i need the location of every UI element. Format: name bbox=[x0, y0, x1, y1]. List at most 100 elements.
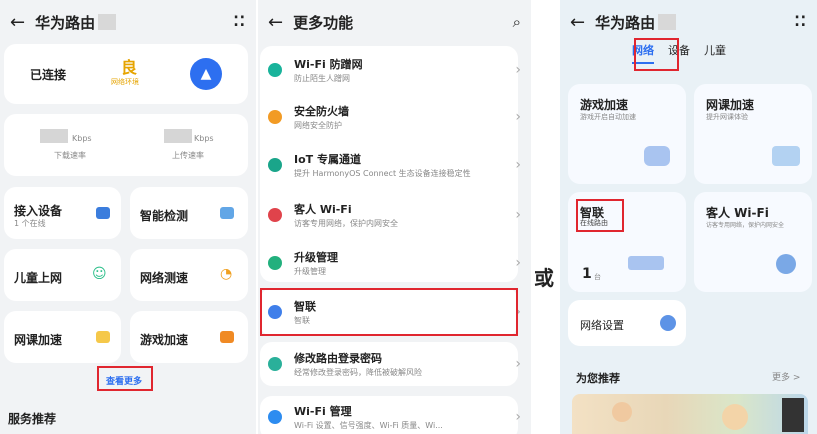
search-icon[interactable]: ⌕ bbox=[513, 13, 521, 31]
section-title: 服务推荐 bbox=[8, 412, 57, 426]
network-settings-card[interactable]: 网络设置 bbox=[568, 300, 686, 346]
guest-user-icon bbox=[268, 208, 282, 222]
tile-label: 智能检测 bbox=[140, 209, 189, 223]
highlight-box bbox=[576, 199, 624, 232]
back-icon[interactable]: ← bbox=[570, 12, 585, 33]
shield-icon bbox=[268, 63, 282, 77]
more-link[interactable]: 更多 > bbox=[772, 370, 800, 383]
more-menu-icon[interactable]: ⁚⁚ bbox=[794, 14, 807, 30]
game-boost-card[interactable]: 游戏加速 游戏开启自动加速 bbox=[568, 84, 686, 184]
item-title: Wi-Fi 管理 bbox=[294, 405, 352, 418]
recommend-banner[interactable] bbox=[572, 394, 808, 434]
chevron-right-icon: › bbox=[515, 255, 521, 271]
top-bar: ← 更多功能 ⌕ bbox=[258, 0, 531, 44]
item-desc: 升级管理 bbox=[294, 267, 326, 276]
card-desc: 游戏开启自动加速 bbox=[580, 113, 636, 121]
page-title: 华为路由 bbox=[35, 13, 96, 32]
devices-count: 1 个在线 bbox=[14, 219, 46, 228]
devices-tile[interactable]: 接入设备 1 个在线 bbox=[4, 187, 121, 239]
chevron-right-icon: › bbox=[515, 207, 521, 223]
game-icon bbox=[220, 331, 234, 343]
chevron-right-icon: › bbox=[515, 356, 521, 372]
speed-card: Kbps 下载速率 Kbps 上传速率 bbox=[4, 114, 248, 176]
list-item[interactable]: 升级管理 升级管理 › bbox=[258, 245, 531, 281]
list-item[interactable]: 修改路由登录密码经常修改登录密码，降低被破解风险 › bbox=[258, 346, 531, 382]
router-home-panel: ← 华为路由 ⁚⁚ 已连接 良 网络环境 ▲ Kbps 下载速率 Kbps 上传… bbox=[0, 0, 256, 434]
card-title: 客人 Wi-Fi bbox=[706, 206, 769, 220]
back-icon[interactable]: ← bbox=[268, 12, 283, 33]
chevron-right-icon: › bbox=[515, 409, 521, 425]
tile-speedtest[interactable]: 网络测速 ◔ bbox=[130, 249, 248, 301]
highlight-box bbox=[260, 288, 518, 336]
list-item[interactable]: 客人 Wi-Fi 访客专用网络，保护内网安全 › bbox=[258, 197, 531, 233]
tile-label: 儿童上网 bbox=[14, 271, 63, 285]
person-illustration bbox=[722, 404, 748, 430]
guest-wifi-card[interactable]: 客人 Wi-Fi 访客专用网络，保护内网安全 bbox=[694, 192, 812, 292]
chevron-right-icon: › bbox=[515, 157, 521, 173]
redacted-upload bbox=[164, 129, 192, 143]
card-title: 网络设置 bbox=[580, 319, 624, 332]
password-icon bbox=[268, 357, 282, 371]
screen-icon bbox=[772, 146, 800, 166]
rocket-icon[interactable]: ▲ bbox=[190, 58, 222, 90]
iot-icon bbox=[268, 158, 282, 172]
person-illustration bbox=[612, 402, 632, 422]
class-boost-card[interactable]: 网课加速 提升网课体验 bbox=[694, 84, 812, 184]
highlight-box bbox=[97, 366, 153, 391]
upload-unit: Kbps bbox=[194, 134, 214, 143]
tv-illustration bbox=[782, 398, 804, 432]
item-desc: 提升 HarmonyOS Connect 生态设备连接稳定性 bbox=[294, 169, 471, 178]
router-network-panel: ← 华为路由 ⁚⁚ 网络 设备 儿童 游戏加速 游戏开启自动加速 网课加速 提升… bbox=[560, 0, 817, 434]
more-menu-icon[interactable]: ⁚⁚ bbox=[233, 14, 246, 30]
download-label: 下载速率 bbox=[54, 151, 86, 160]
upload-label: 上传速率 bbox=[172, 151, 204, 160]
item-desc: 防止陌生人蹭网 bbox=[294, 74, 350, 83]
more-features-panel: ← 更多功能 ⌕ Wi-Fi 防蹭网 防止陌生人蹭网 › 安全防火墙 网络安全防护 › … bbox=[258, 0, 531, 434]
child-icon: ☺ bbox=[92, 266, 107, 282]
connection-status: 已连接 bbox=[30, 68, 67, 82]
card-desc: 访客专用网络，保护内网安全 bbox=[706, 222, 785, 229]
gamepad-icon bbox=[644, 146, 670, 166]
tile-class[interactable]: 网课加速 bbox=[4, 311, 121, 363]
recommend-title: 为您推荐 bbox=[576, 372, 620, 385]
list-item[interactable]: IoT 专属通道提升 HarmonyOS Connect 生态设备连接稳定性 › bbox=[258, 143, 531, 187]
item-desc: 网络安全防护 bbox=[294, 121, 342, 130]
tile-game[interactable]: 游戏加速 bbox=[130, 311, 248, 363]
item-title: 安全防火墙 bbox=[294, 105, 349, 118]
list-item[interactable]: Wi-Fi 管理 Wi-Fi 设置、信号强度、Wi-Fi 质量、Wi... › bbox=[258, 402, 531, 432]
page-title: 更多功能 bbox=[293, 13, 354, 32]
card-title: 网课加速 bbox=[706, 98, 755, 112]
router-count-unit: 台 bbox=[594, 273, 601, 281]
list-item[interactable]: Wi-Fi 防蹭网 防止陌生人蹭网 › bbox=[258, 52, 531, 88]
settings-icon bbox=[660, 315, 676, 331]
item-desc: Wi-Fi 设置、信号强度、Wi-Fi 质量、Wi... bbox=[294, 421, 443, 430]
top-bar: ← 华为路由 ⁚⁚ bbox=[560, 0, 817, 44]
guest-user-icon bbox=[776, 254, 796, 274]
router-icon bbox=[628, 256, 664, 270]
list-item[interactable]: 安全防火墙网络安全防护 › bbox=[258, 99, 531, 135]
tab-children[interactable]: 儿童 bbox=[704, 42, 726, 64]
download-unit: Kbps bbox=[72, 134, 92, 143]
tile-child[interactable]: 儿童上网 ☺ bbox=[4, 249, 121, 301]
gauge-icon: ◔ bbox=[220, 266, 233, 282]
chevron-right-icon: › bbox=[515, 62, 521, 78]
card-desc: 提升网课体验 bbox=[706, 113, 748, 121]
card-title: 游戏加速 bbox=[580, 98, 629, 112]
tile-smart-check[interactable]: 智能检测 bbox=[130, 187, 248, 239]
tile-label: 网络测速 bbox=[140, 271, 189, 285]
tile-label: 网课加速 bbox=[14, 333, 63, 347]
back-icon[interactable]: ← bbox=[10, 12, 25, 33]
item-title: IoT 专属通道 bbox=[294, 153, 361, 166]
devices-icon bbox=[96, 207, 110, 219]
wifi-icon bbox=[268, 410, 282, 424]
quality-value: 良 bbox=[121, 58, 138, 77]
item-title: 客人 Wi-Fi bbox=[294, 203, 352, 216]
router-count: 1 bbox=[582, 266, 592, 282]
redacted-name bbox=[98, 14, 117, 30]
chevron-right-icon: › bbox=[515, 109, 521, 125]
item-desc: 经常修改登录密码，降低被破解风险 bbox=[294, 368, 422, 377]
redacted-name bbox=[658, 14, 677, 30]
upgrade-icon bbox=[268, 256, 282, 270]
item-title: 修改路由登录密码 bbox=[294, 352, 382, 365]
item-desc: 访客专用网络，保护内网安全 bbox=[294, 219, 398, 228]
